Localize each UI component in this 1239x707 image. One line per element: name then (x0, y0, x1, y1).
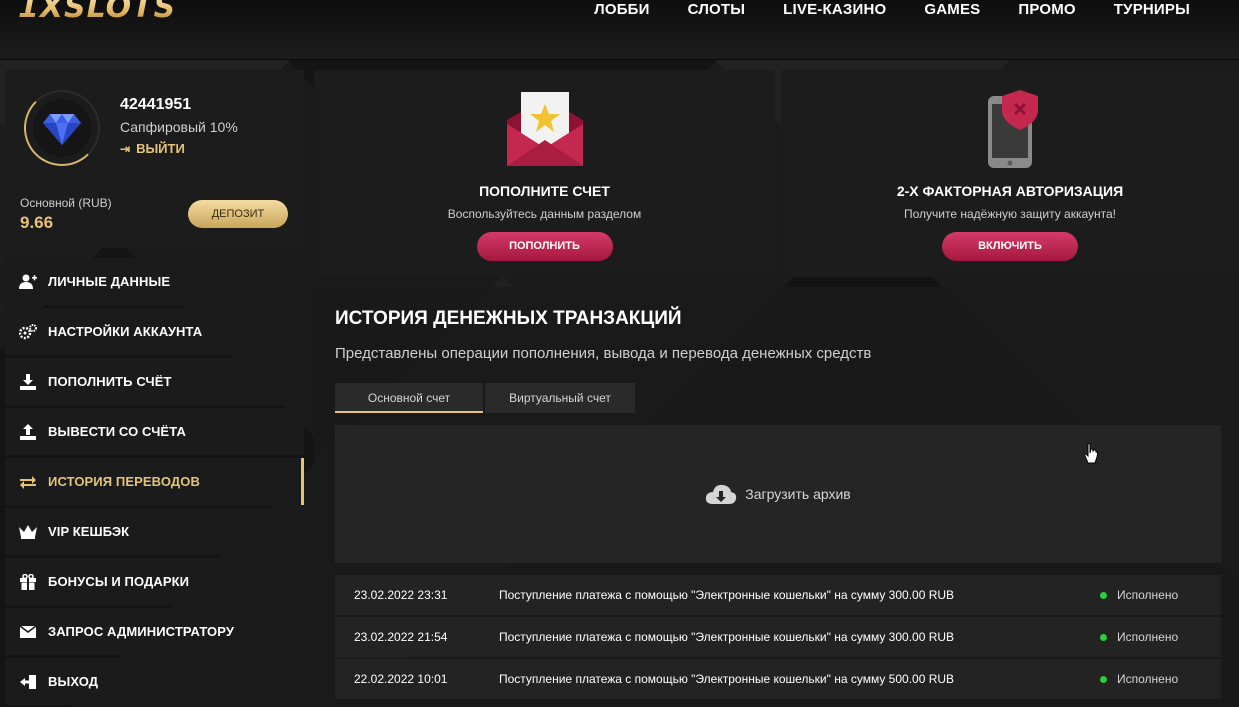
tab-virtual-account[interactable]: Виртуальный счет (485, 383, 635, 413)
sidebar-item-label: НАСТРОЙКИ АККАУНТА (48, 324, 203, 339)
sidebar-item-label: БОНУСЫ И ПОДАРКИ (48, 574, 190, 589)
site-logo[interactable]: 1XSLOTS (18, 0, 176, 25)
gift-icon (19, 573, 37, 591)
row-date: 22.02.2022 10:01 (354, 672, 448, 686)
sidebar-menu: ЛИЧНЫЕ ДАННЫЕ НАСТРОЙКИ АККАУНТА ПОПОЛНИ… (5, 258, 304, 707)
card-subtitle: Получите надёжную защиту аккаунта! (903, 207, 1116, 221)
table-row: 23.02.2022 21:54 Поступление платежа с п… (335, 617, 1221, 657)
sidebar-item-label: VIP КЕШБЭК (48, 524, 130, 539)
user-level: Сапфировый 10% (120, 119, 238, 135)
page: 1XSLOTS ЛОББИ СЛОТЫ LIVE-КАЗИНО GAMES ПР… (0, 0, 1239, 707)
page-title: ИСТОРИЯ ДЕНЕЖНЫХ ТРАНЗАКЦИЙ (335, 308, 682, 329)
user-add-icon (19, 273, 37, 291)
top-header: 1XSLOTS ЛОББИ СЛОТЫ LIVE-КАЗИНО GAMES ПР… (0, 0, 1239, 60)
nav-promo[interactable]: ПРОМО (999, 0, 1094, 20)
user-id: 42441951 (120, 96, 192, 113)
card-title: 2-Х ФАКТОРНАЯ АВТОРИЗАЦИЯ (896, 183, 1124, 199)
nav-games[interactable]: GAMES (905, 0, 999, 20)
card-subtitle: Воспользуйтесь данным разделом (447, 207, 642, 221)
row-date: 23.02.2022 23:31 (354, 588, 448, 602)
transaction-history-panel: ИСТОРИЯ ДЕНЕЖНЫХ ТРАНЗАКЦИЙ Представлены… (314, 287, 1239, 707)
sidebar-item-vip-cashback[interactable]: VIP КЕШБЭК (5, 508, 304, 555)
download-icon (19, 373, 37, 391)
hand-cursor-icon (1084, 443, 1098, 464)
card-title: ПОПОЛНИТЕ СЧЕТ (479, 183, 610, 199)
balance-label: Основной (RUB) (20, 196, 112, 210)
balance-value: 9.66 (20, 213, 54, 232)
top-up-button[interactable]: ПОПОЛНИТЬ (476, 232, 613, 261)
deposit-promo-card: ПОПОЛНИТЕ СЧЕТ Воспользуйтесь данным раз… (314, 70, 775, 277)
status-badge: Исполнено (1100, 588, 1221, 602)
sidebar-item-label: ПОПОЛНИТЬ СЧЁТ (48, 374, 172, 389)
sidebar-item-withdraw[interactable]: ВЫВЕСТИ СО СЧЁТА (5, 408, 304, 455)
status-label: Исполнено (1117, 588, 1179, 602)
two-factor-promo-card: 2-Х ФАКТОРНАЯ АВТОРИЗАЦИЯ Получите надёж… (781, 70, 1239, 277)
upload-icon (19, 423, 37, 441)
sidebar-item-admin-request[interactable]: ЗАПРОС АДМИНИСТРАТОРУ (5, 608, 304, 655)
sidebar-item-label: ВЫВЕСТИ СО СЧЁТА (48, 424, 186, 439)
enable-2fa-button[interactable]: ВКЛЮЧИТЬ (942, 232, 1078, 261)
sidebar-item-account-settings[interactable]: НАСТРОЙКИ АККАУНТА (5, 308, 304, 355)
sidebar-item-label: ЛИЧНЫЕ ДАННЫЕ (48, 274, 171, 289)
sidebar-item-personal-data[interactable]: ЛИЧНЫЕ ДАННЫЕ (5, 258, 304, 305)
envelope-star-icon (506, 92, 583, 166)
transfer-arrows-icon (19, 473, 37, 491)
status-badge: Исполнено (1100, 630, 1221, 644)
status-dot-icon (1100, 675, 1107, 683)
sapphire-diamond-icon (43, 114, 81, 145)
row-description: Поступление платежа с помощью "Электронн… (499, 630, 955, 644)
sidebar-item-label: ЗАПРОС АДМИНИСТРАТОРУ (48, 624, 235, 639)
sidebar-item-transfer-history[interactable]: ИСТОРИЯ ПЕРЕВОДОВ (5, 458, 304, 505)
gears-icon (19, 323, 37, 341)
nav-lobby[interactable]: ЛОББИ (575, 0, 669, 20)
status-badge: Исполнено (1100, 672, 1221, 686)
envelope-icon (19, 623, 37, 641)
row-description: Поступление платежа с помощью "Электронн… (499, 588, 955, 602)
main-nav: ЛОББИ СЛОТЫ LIVE-КАЗИНО GAMES ПРОМО ТУРН… (575, 0, 1209, 20)
deposit-button[interactable]: ДЕПОЗИТ (188, 200, 288, 228)
sidebar-item-label: ИСТОРИЯ ПЕРЕВОДОВ (48, 474, 200, 489)
status-label: Исполнено (1117, 630, 1179, 644)
sidebar-item-label: ВЫХОД (48, 674, 99, 689)
cloud-download-icon (706, 484, 737, 504)
logout-label: ВЫЙТИ (136, 141, 185, 156)
row-date: 23.02.2022 21:54 (354, 630, 448, 644)
row-description: Поступление платежа с помощью "Электронн… (499, 672, 955, 686)
exit-icon (19, 673, 37, 691)
status-label: Исполнено (1117, 672, 1179, 686)
crown-icon (19, 523, 37, 541)
logout-icon: ⇥ (120, 142, 131, 156)
transaction-list: 23.02.2022 23:31 Поступление платежа с п… (335, 575, 1221, 701)
profile-panel: 42441951 Сапфировый 10% ⇥ ВЫЙТИ Основной … (5, 70, 304, 248)
sidebar-item-bonuses[interactable]: БОНУСЫ И ПОДАРКИ (5, 558, 304, 605)
account-tabs: Основной счет Виртуальный счет (335, 383, 635, 413)
sidebar-item-deposit[interactable]: ПОПОЛНИТЬ СЧЁТ (5, 358, 304, 405)
status-dot-icon (1100, 591, 1107, 599)
logout-link[interactable]: ⇥ ВЫЙТИ (120, 141, 185, 156)
tab-main-account[interactable]: Основной счет (335, 383, 483, 413)
sidebar-item-exit[interactable]: ВЫХОД (5, 658, 304, 705)
avatar (24, 90, 100, 166)
archive-label: Загрузить архив (745, 486, 851, 502)
nav-live-casino[interactable]: LIVE-КАЗИНО (764, 0, 905, 20)
table-row: 23.02.2022 23:31 Поступление платежа с п… (335, 575, 1221, 615)
table-row: 22.02.2022 10:01 Поступление платежа с п… (335, 659, 1221, 699)
page-subtitle: Представлены операции пополнения, вывода… (335, 345, 872, 362)
nav-tournaments[interactable]: ТУРНИРЫ (1095, 0, 1209, 20)
status-dot-icon (1100, 633, 1107, 641)
nav-slots[interactable]: СЛОТЫ (669, 0, 765, 20)
phone-shield-icon (988, 90, 1038, 168)
